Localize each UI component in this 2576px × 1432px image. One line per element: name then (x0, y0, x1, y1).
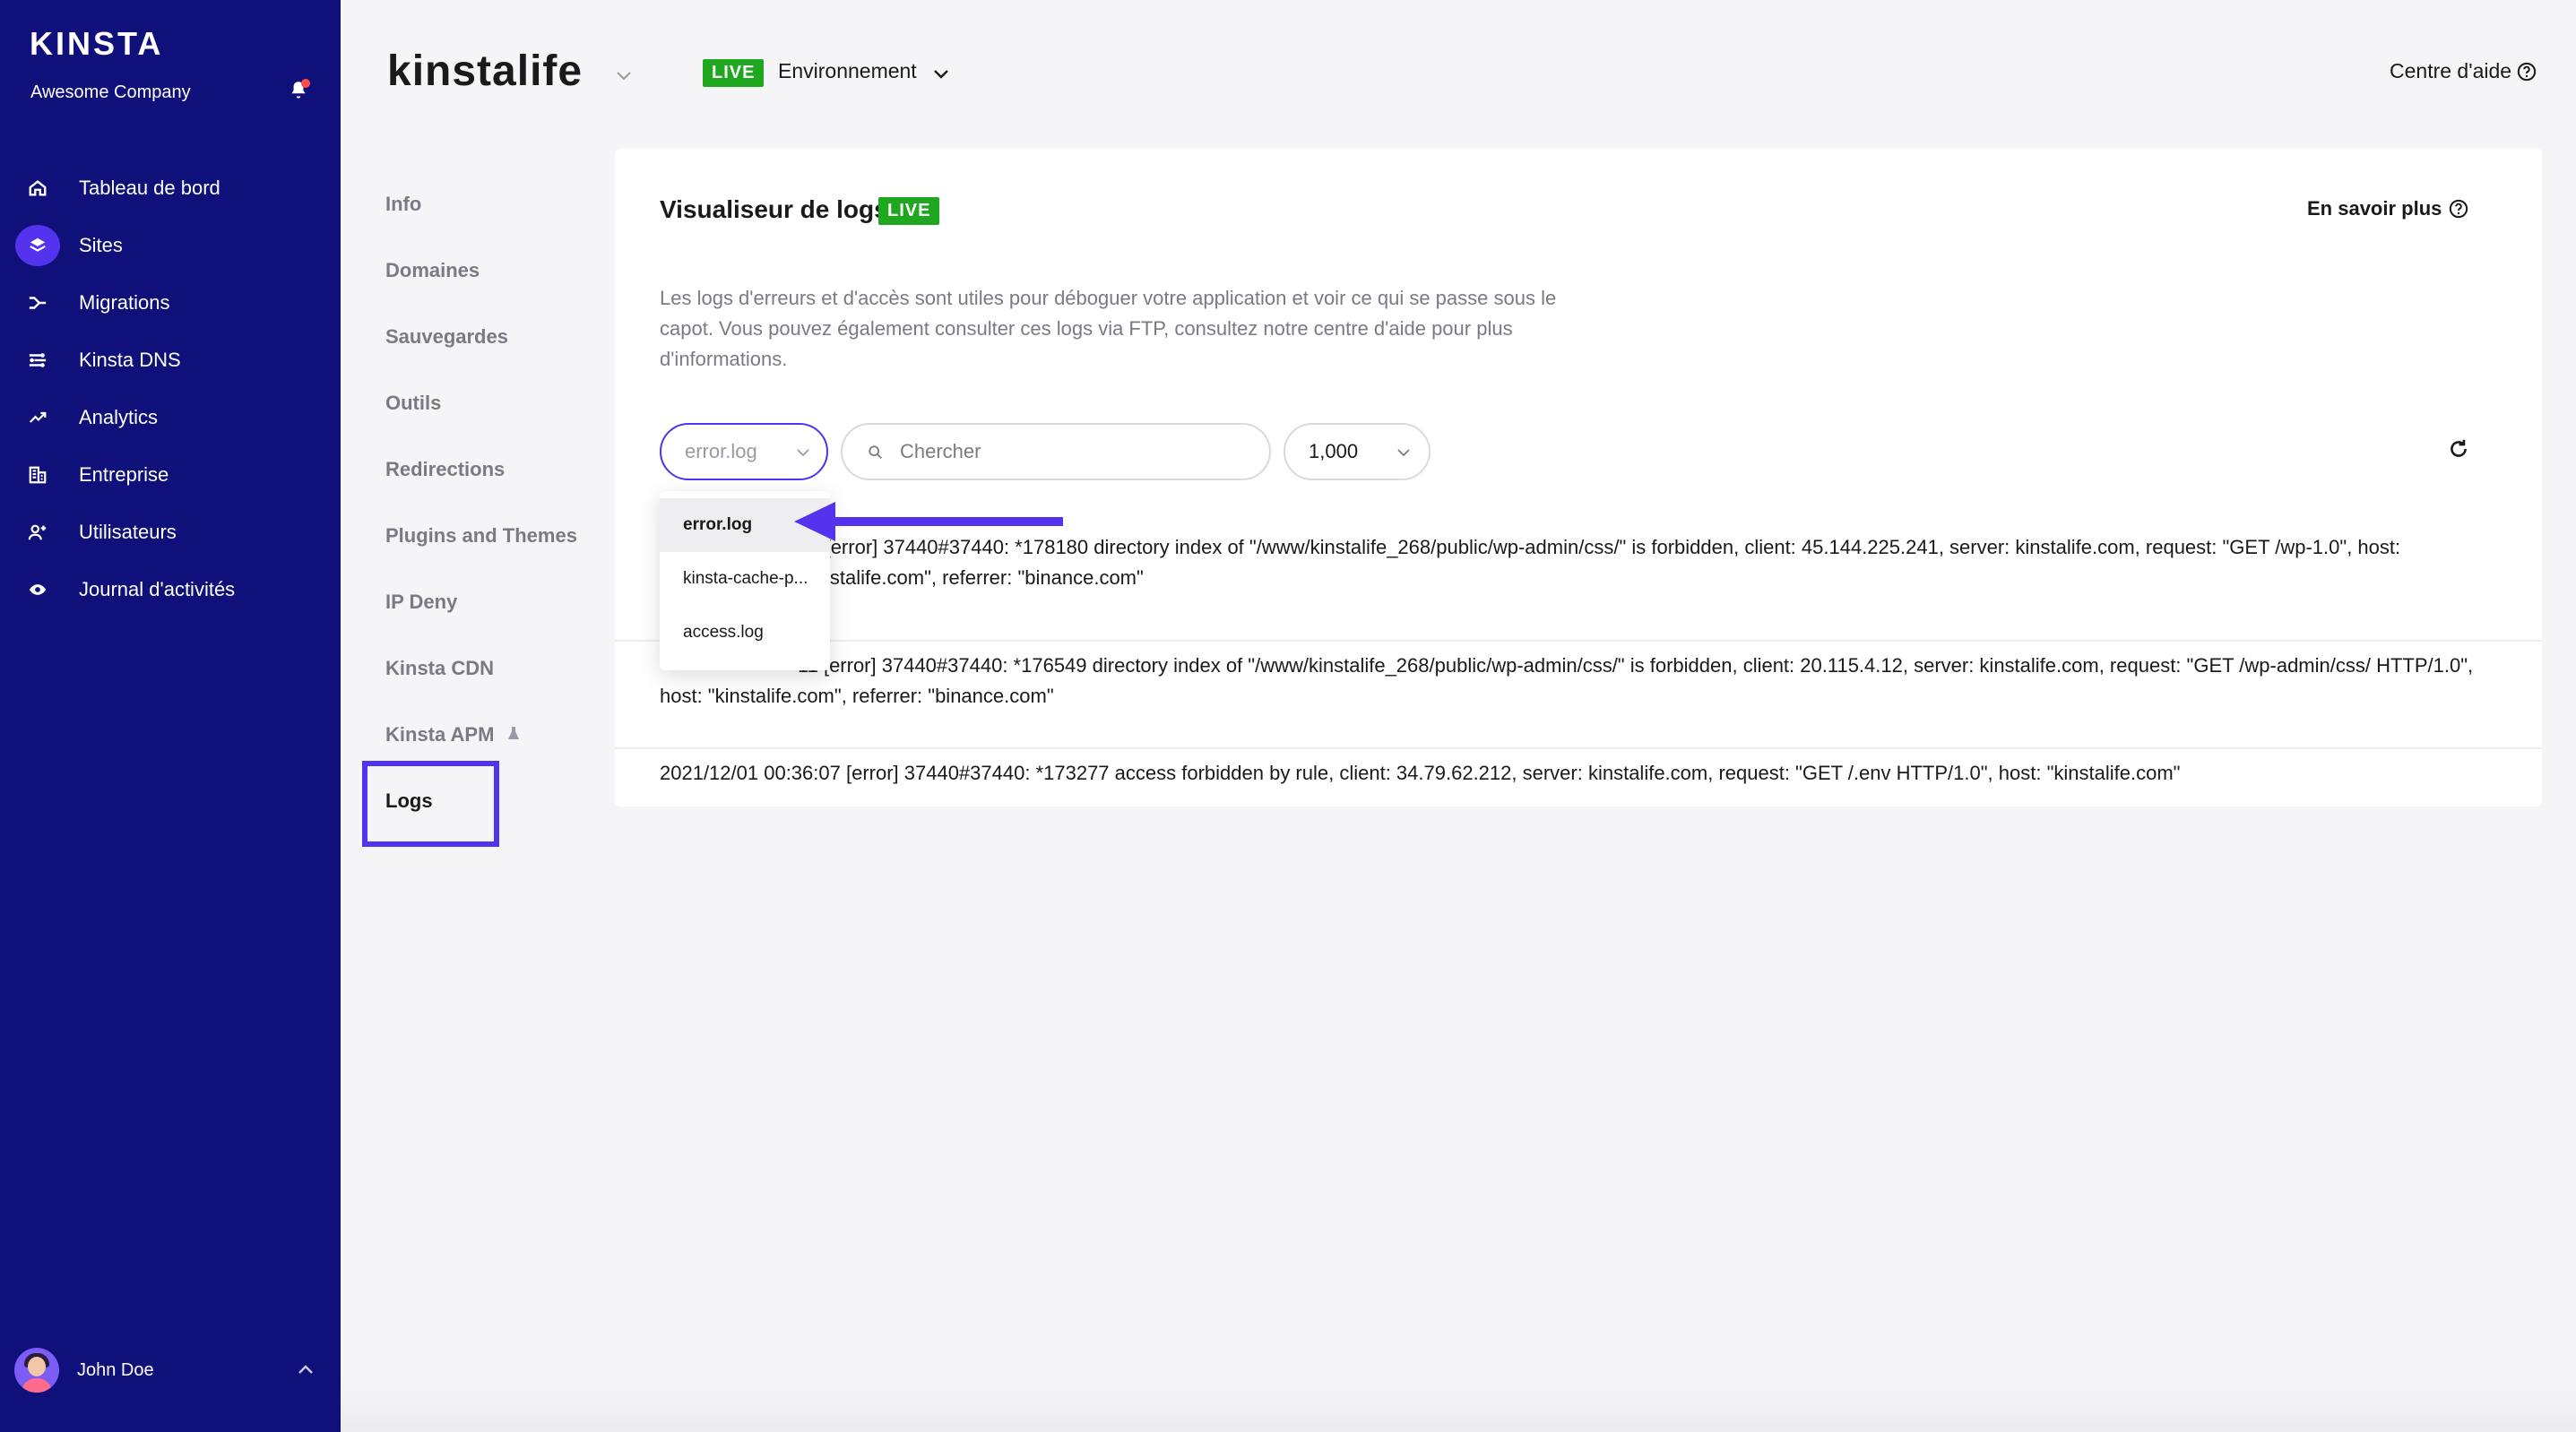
layers-icon (15, 225, 60, 266)
sidebar-item-label: Journal d'activités (79, 578, 236, 600)
sidebar-item-label: Migrations (79, 291, 170, 314)
dns-icon (25, 348, 50, 373)
subnav-label: Kinsta APM (385, 723, 495, 746)
search-icon (869, 445, 882, 459)
sidebar-item-label: Utilisateurs (79, 521, 177, 543)
main-sidebar: KINSTA Awesome Company Tableau de bord S… (0, 0, 341, 1432)
log-entry: 2021/12/01 00:36:07 [error] 37440#37440:… (615, 747, 2542, 789)
avatar[interactable] (14, 1348, 59, 1393)
log-text: 11 [error] 37440#37440: *176549 director… (660, 654, 2474, 707)
learn-more-label: En savoir plus (2307, 197, 2442, 220)
home-icon (25, 176, 50, 201)
company-name[interactable]: Awesome Company (30, 82, 191, 103)
analytics-icon (25, 405, 50, 430)
chevron-down-icon (1397, 449, 1410, 457)
search-placeholder: Chercher (900, 440, 981, 462)
help-center-link[interactable]: Centre d'aide (2390, 59, 2537, 83)
site-subnav: Info Domaines Sauvegardes Outils Redirec… (385, 179, 618, 842)
eye-icon (25, 577, 50, 602)
learn-more-link[interactable]: En savoir plus (2307, 197, 2468, 220)
log-file-value: error.log (685, 440, 757, 462)
sidebar-item-label: Analytics (79, 406, 159, 428)
kinsta-logo[interactable]: KINSTA (30, 25, 163, 63)
subnav-redirects[interactable]: Redirections (385, 444, 618, 511)
log-file-select[interactable]: error.log (660, 423, 828, 480)
card-title: Visualiseur de logs (660, 195, 888, 223)
flask-icon (507, 727, 519, 739)
sidebar-item-company[interactable]: Entreprise (0, 446, 341, 504)
sidebar-item-label: Sites (79, 234, 123, 256)
log-entry: 11 [error] 37440#37440: *176549 director… (615, 640, 2542, 712)
subnav-backups[interactable]: Sauvegardes (385, 312, 618, 378)
description-text: Les logs d'erreurs et d'accès sont utile… (660, 287, 1557, 370)
migrations-icon (25, 290, 50, 315)
sidebar-item-label: Entreprise (79, 463, 169, 486)
search-input[interactable]: Chercher (841, 423, 1271, 480)
environment-selector[interactable]: Environnement (778, 59, 917, 83)
sidebar-item-dashboard[interactable]: Tableau de bord (0, 160, 341, 217)
site-title[interactable]: kinstalife (387, 47, 583, 96)
sidebar-item-label: Kinsta DNS (79, 349, 181, 371)
help-center-label: Centre d'aide (2390, 59, 2512, 82)
notification-dot (301, 79, 310, 88)
annotation-arrow (794, 502, 1063, 541)
bottom-fade (341, 1380, 2576, 1432)
subnav-ip-deny[interactable]: IP Deny (385, 577, 618, 643)
user-name: John Doe (77, 1359, 154, 1380)
subnav-domains[interactable]: Domaines (385, 246, 618, 312)
subnav-tools[interactable]: Outils (385, 378, 618, 444)
user-menu[interactable]: John Doe (14, 1348, 154, 1393)
add-user-icon (25, 520, 50, 545)
sidebar-item-activity-log[interactable]: Journal d'activités (0, 561, 341, 618)
sidebar-item-kinsta-dns[interactable]: Kinsta DNS (0, 332, 341, 389)
sidebar-item-sites[interactable]: Sites (0, 217, 341, 274)
dropdown-option-access-log[interactable]: access.log (660, 606, 830, 660)
sidebar-item-users[interactable]: Utilisateurs (0, 504, 341, 561)
chevron-up-icon[interactable] (298, 1364, 314, 1375)
live-badge: LIVE (878, 197, 940, 225)
sidebar-item-migrations[interactable]: Migrations (0, 274, 341, 332)
sidebar-item-label: Tableau de bord (79, 177, 220, 199)
question-icon (2450, 199, 2468, 219)
line-count-value: 1,000 (1309, 440, 1359, 462)
live-badge: LIVE (703, 59, 765, 87)
subnav-plugins-themes[interactable]: Plugins and Themes (385, 511, 618, 577)
dropdown-option-kinsta-cache[interactable]: kinsta-cache-p... (660, 552, 830, 606)
subnav-info[interactable]: Info (385, 179, 618, 246)
chevron-down-icon[interactable] (615, 70, 633, 81)
question-icon (2517, 62, 2537, 81)
line-count-select[interactable]: 1,000 (1284, 423, 1431, 480)
refresh-icon[interactable] (2447, 437, 2470, 461)
chevron-down-icon[interactable] (932, 68, 950, 79)
log-viewer-card: Visualiseur de logs LIVE En savoir plus … (615, 149, 2542, 807)
chevron-down-icon (797, 449, 809, 457)
company-icon (25, 462, 50, 487)
sidebar-item-analytics[interactable]: Analytics (0, 389, 341, 446)
logs-highlight-box (362, 761, 499, 847)
log-text: 2021/12/01 00:36:07 [error] 37440#37440:… (660, 762, 2181, 784)
subnav-kinsta-cdn[interactable]: Kinsta CDN (385, 643, 618, 710)
sidebar-nav: Tableau de bord Sites Migrations Kinsta … (0, 160, 341, 618)
